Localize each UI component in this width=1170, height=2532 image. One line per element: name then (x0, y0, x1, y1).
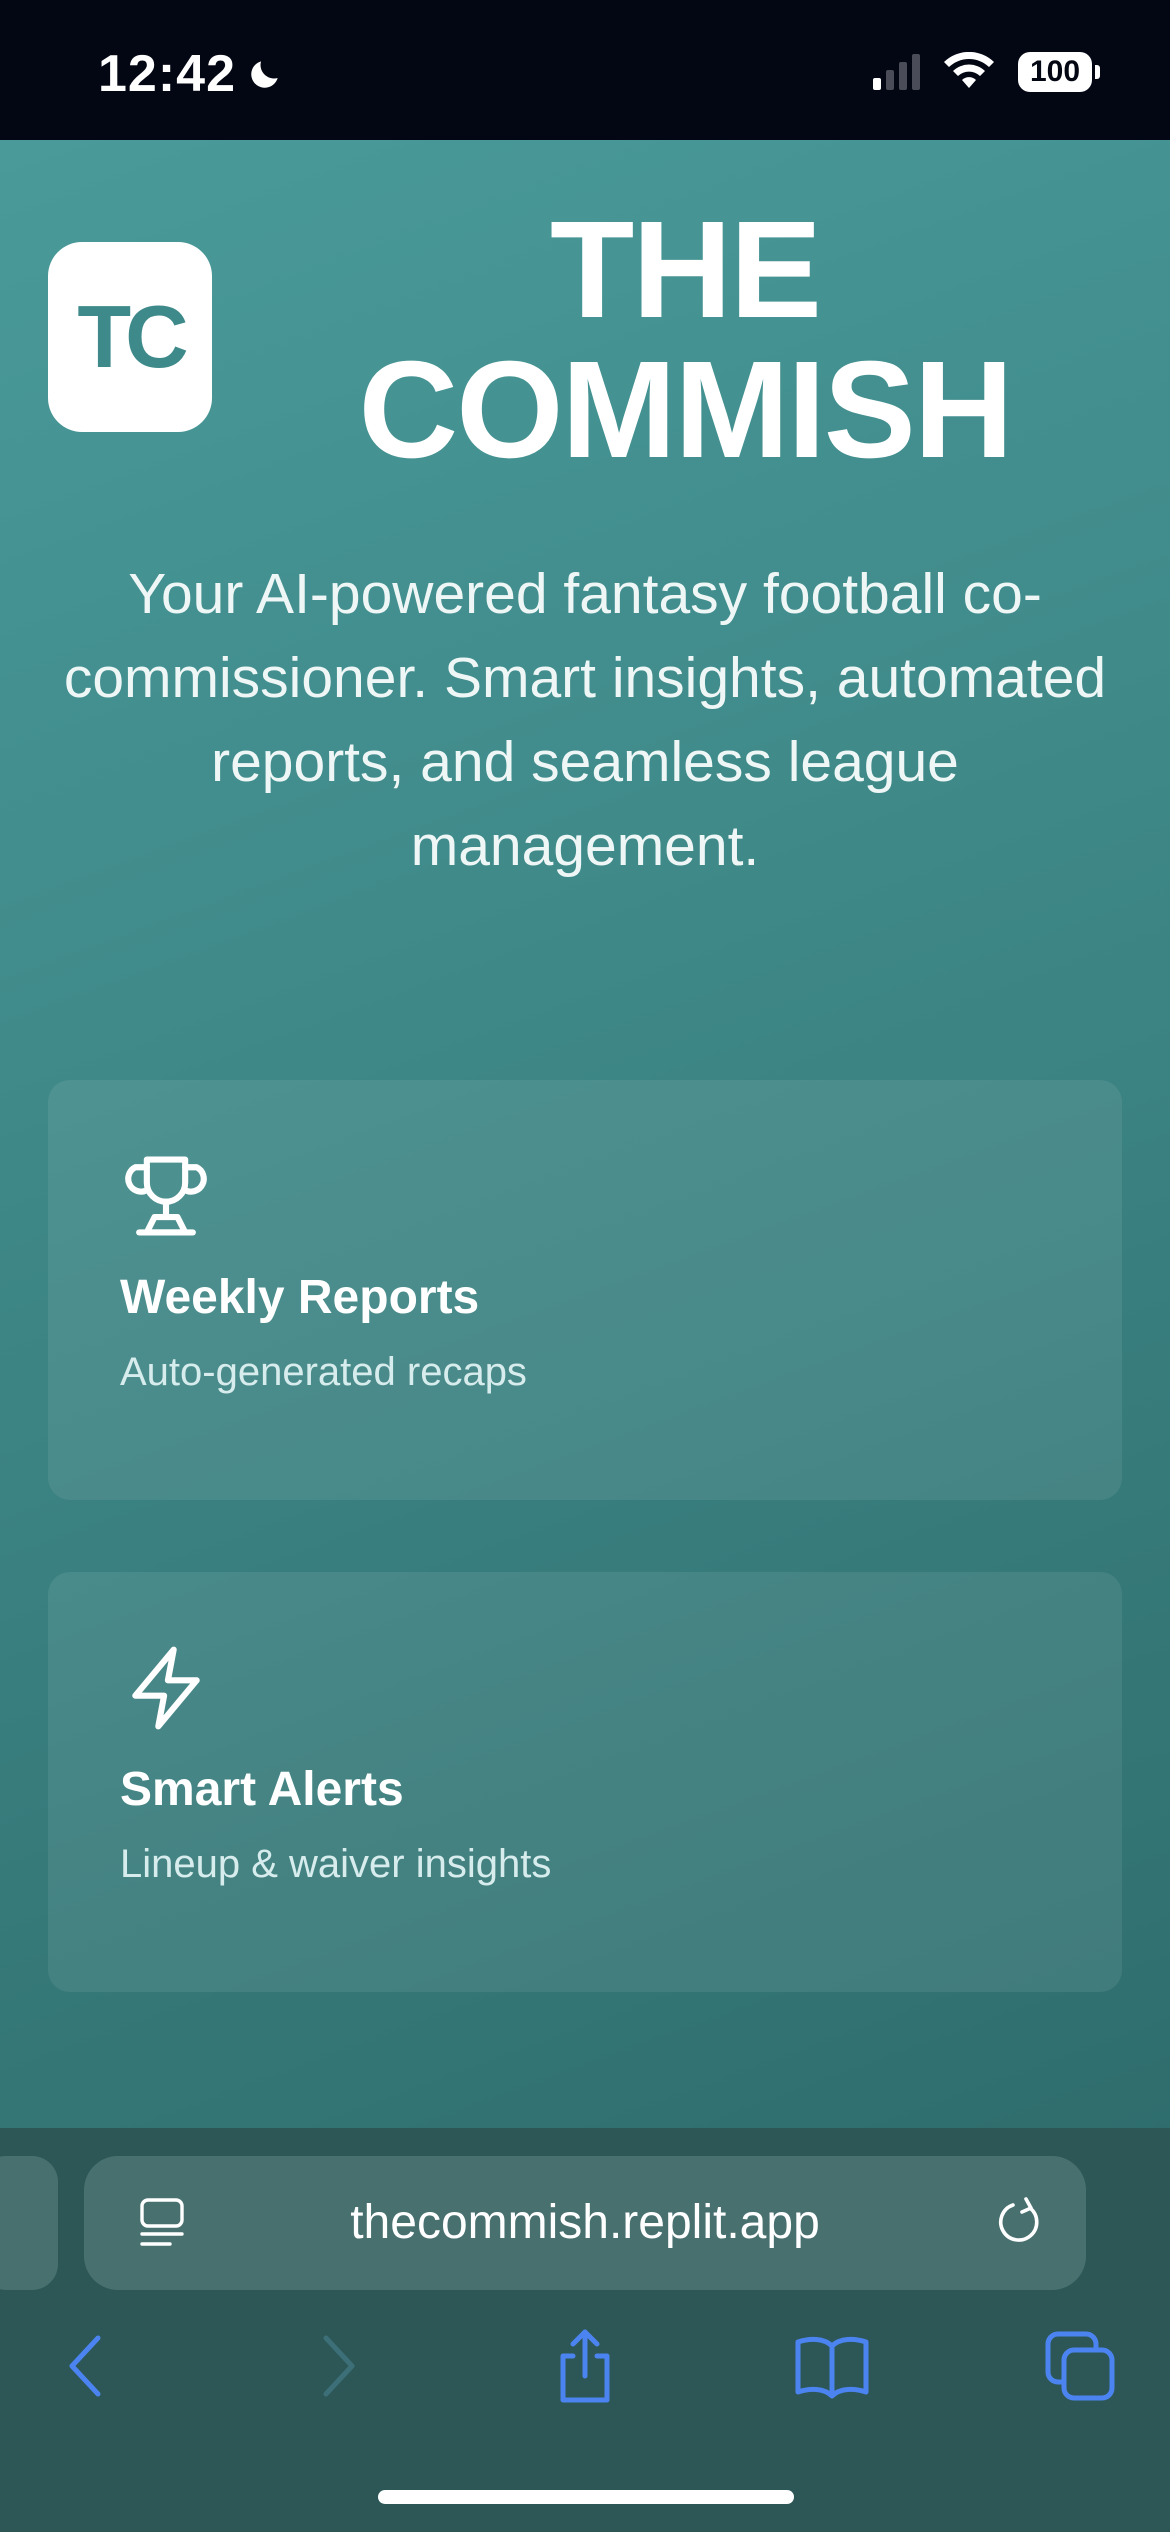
home-indicator[interactable] (378, 2490, 794, 2504)
app-logo[interactable]: TC (48, 242, 212, 432)
address-bar[interactable]: thecommish.replit.app (84, 2156, 1086, 2290)
feature-description: Lineup & waiver insights (120, 1842, 552, 1886)
trophy-icon (125, 1156, 207, 1236)
feature-title: Weekly Reports (120, 1271, 480, 1324)
title-line-1: THE (550, 193, 822, 347)
bookmarks-icon[interactable] (792, 2326, 872, 2406)
previous-tab-peek[interactable] (0, 2156, 58, 2290)
page-title: THE COMMISH (300, 200, 1070, 480)
battery-icon: 100 (1018, 52, 1100, 92)
tabs-icon[interactable] (1040, 2326, 1120, 2406)
hero-subtitle: Your AI-powered fantasy football co-comm… (63, 562, 1107, 878)
battery-level: 100 (1029, 55, 1081, 88)
moon-icon (251, 61, 278, 88)
status-bar: 12:42 100 (0, 0, 1170, 140)
logo-text: TC (77, 287, 188, 386)
feature-title: Smart Alerts (120, 1763, 404, 1816)
feature-card-weekly-reports: Weekly Reports Auto-generated recaps (48, 1080, 1122, 1500)
feature-card-smart-alerts: Smart Alerts Lineup & waiver insights (48, 1572, 1122, 1992)
lightning-icon (132, 1646, 200, 1730)
status-time-group: 12:42 (98, 44, 284, 104)
status-indicators: 100 (873, 52, 1100, 92)
back-icon[interactable] (46, 2326, 126, 2406)
title-line-2: COMMISH (358, 333, 1014, 487)
forward-icon[interactable] (298, 2326, 378, 2406)
url-text[interactable]: thecommish.replit.app (84, 2156, 1086, 2290)
feature-description: Auto-generated recaps (120, 1350, 527, 1394)
share-icon[interactable] (545, 2326, 625, 2406)
reload-icon[interactable] (990, 2194, 1048, 2252)
wifi-icon (944, 52, 994, 88)
browser-chrome: thecommish.replit.app (0, 2128, 1170, 2532)
status-time: 12:42 (98, 45, 236, 103)
signal-icon (873, 54, 920, 90)
